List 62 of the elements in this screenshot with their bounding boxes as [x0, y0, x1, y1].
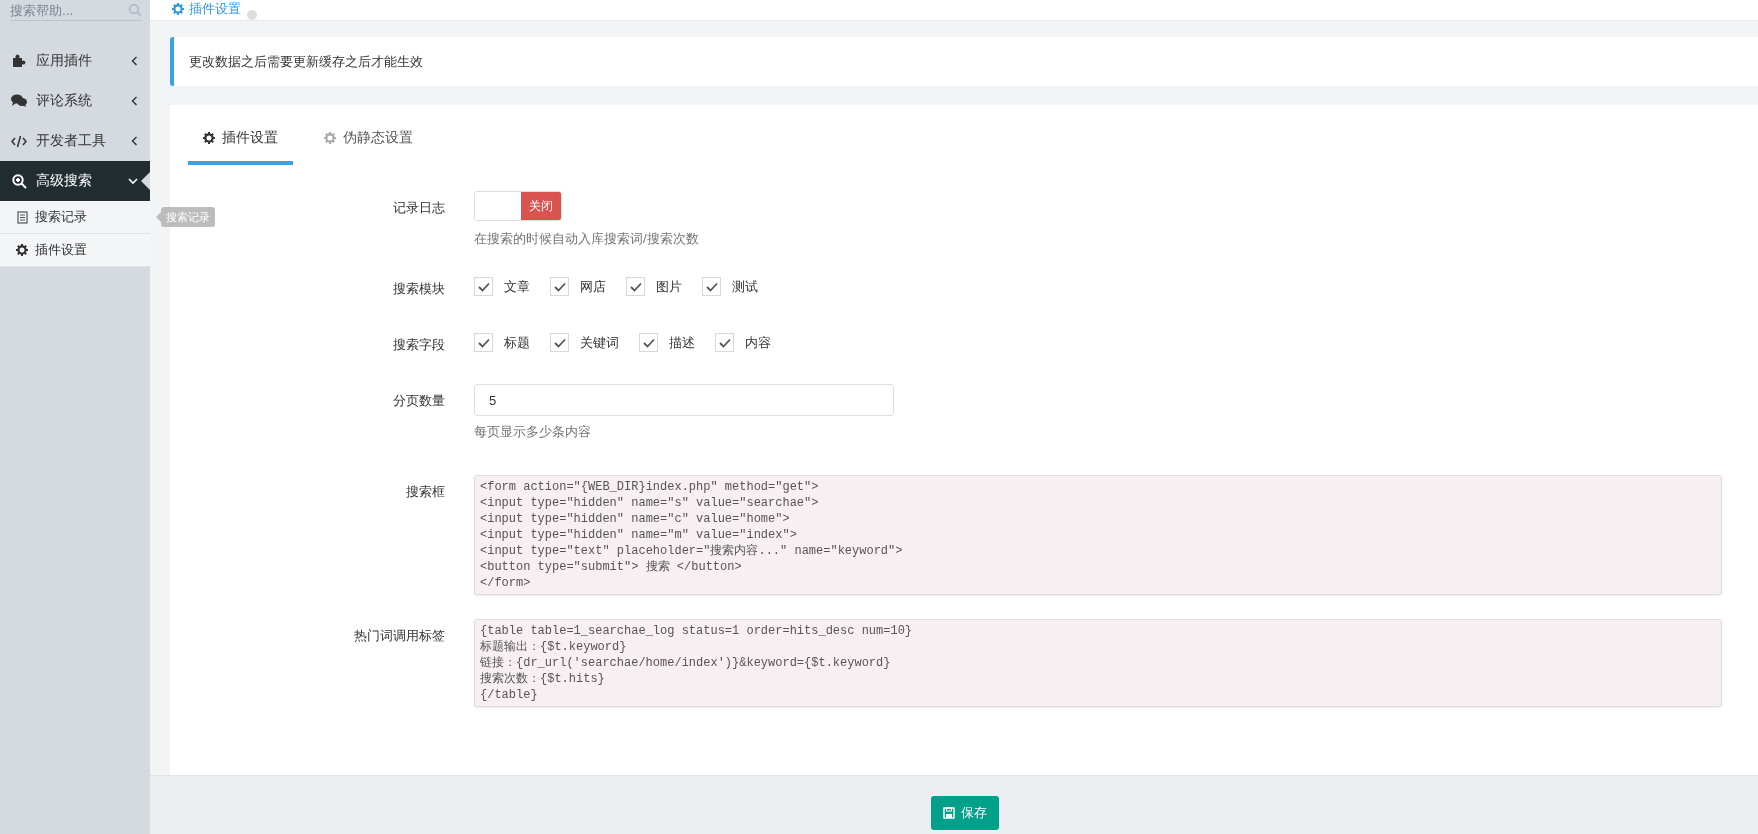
checkbox[interactable] — [626, 277, 645, 296]
settings-icon — [172, 3, 184, 15]
checkbox[interactable] — [715, 333, 734, 352]
checkmark-icon — [718, 337, 731, 348]
zoom-in-icon — [11, 173, 27, 189]
checkbox[interactable] — [702, 277, 721, 296]
checkbox[interactable] — [474, 333, 493, 352]
checkbox-label: 网店 — [580, 277, 606, 296]
sidebar-item[interactable]: 评论系统 — [0, 81, 150, 121]
field-label: 记录日志 — [393, 200, 445, 215]
checkmark-icon — [477, 281, 490, 292]
search-field[interactable]: 搜索帮助... — [10, 2, 128, 18]
checkmark-icon — [477, 337, 490, 348]
field-label: 分页数量 — [393, 393, 445, 408]
sidebar-item[interactable]: 开发者工具 — [0, 121, 150, 161]
checkbox-label: 文章 — [504, 277, 530, 296]
code-icon — [11, 134, 27, 148]
field-label: 搜索字段 — [393, 337, 445, 352]
checkmark-icon — [553, 337, 566, 348]
checkmark-icon — [629, 281, 642, 292]
tab[interactable]: 插件设置 — [188, 119, 293, 165]
checkbox-label: 图片 — [656, 277, 682, 296]
comments-icon — [11, 94, 27, 108]
chevron-left-icon — [131, 96, 138, 106]
active-pointer-icon — [141, 172, 150, 190]
field-label: 热门词调用标签 — [354, 628, 445, 643]
tab[interactable]: 伪静态设置 — [309, 119, 428, 165]
checkbox[interactable] — [550, 333, 569, 352]
checkbox[interactable] — [639, 333, 658, 352]
field-label: 搜索框 — [406, 484, 445, 499]
checkbox-label: 测试 — [732, 277, 758, 296]
checkbox-label: 描述 — [669, 333, 695, 352]
code-textarea[interactable]: {table table=1_searchae_log status=1 order=hits_desc num=10} 标题输出：{$t.keyword} 链接：{dr_url('searchae/home/index')}&keyword={$t.keyword} 搜索次数：{$t.hits} {/table} — [474, 619, 1722, 707]
sidebar-item[interactable]: 应用插件 — [0, 41, 150, 81]
checkbox-label: 内容 — [745, 333, 771, 352]
help-text: 在搜索的时候自动入库搜索词/搜索次数 — [474, 230, 700, 248]
status-dot — [247, 10, 257, 20]
field-label: 搜索模块 — [393, 281, 445, 296]
document-icon — [16, 210, 28, 224]
puzzle-icon — [11, 54, 27, 68]
chevron-down-icon — [128, 177, 138, 185]
checkmark-icon — [705, 281, 718, 292]
chevron-left-icon — [131, 56, 138, 66]
floppy-icon — [943, 807, 955, 819]
checkbox[interactable] — [550, 277, 569, 296]
checkbox-label: 关键词 — [580, 333, 619, 352]
checkmark-icon — [642, 337, 655, 348]
toggle-switch[interactable]: 关闭 — [474, 191, 562, 221]
checkbox-label: 标题 — [504, 333, 530, 352]
search-icon — [128, 3, 142, 17]
notice-text: 更改数据之后需要更新缓存之后才能生效 — [170, 37, 1758, 86]
checkbox[interactable] — [474, 277, 493, 296]
chevron-left-icon — [131, 136, 138, 146]
code-textarea[interactable]: <form action="{WEB_DIR}index.php" method="get"> <input type="hidden" name="s" value="searchae"> <input type="hidden" name="c" value="home"> <input type="hidden" name="m" value="index"> <input type="text" placeholder="搜索内容..." name="keyword"> <button type="submit"> 搜索 </button> </form> — [474, 475, 1722, 595]
settings-icon — [324, 132, 336, 144]
help-text: 每页显示多少条内容 — [474, 423, 592, 441]
sidebar-item[interactable]: 高级搜索 — [0, 161, 150, 201]
checkmark-icon — [553, 281, 566, 292]
input-field[interactable]: 5 — [474, 384, 894, 416]
tooltip: 搜索记录 — [156, 207, 215, 227]
settings-icon — [203, 132, 215, 144]
settings-icon — [16, 244, 28, 256]
